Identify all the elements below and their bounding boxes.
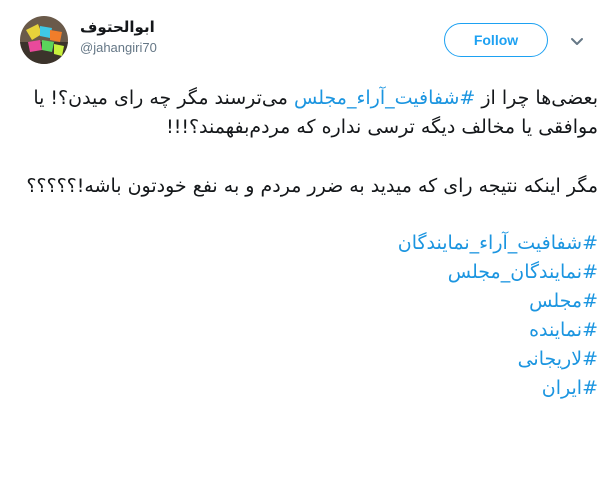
- display-name[interactable]: ابوالحتوف: [80, 18, 380, 36]
- tweet-body: بعضی‌ها چرا از #شفافیت_آراء_مجلس می‌ترسن…: [16, 84, 598, 403]
- hashtag-link[interactable]: #شفافیت_آراء_نمایندگان: [16, 229, 598, 258]
- hashtag-link[interactable]: #ایران: [16, 374, 598, 403]
- tweet-header: ابوالحتوف @jahangiri70 Follow: [0, 0, 616, 75]
- hashtag-list: #شفافیت_آراء_نمایندگان #نمایندگان_مجلس #…: [16, 229, 598, 403]
- user-handle[interactable]: @jahangiri70: [80, 40, 380, 55]
- tweet-paragraph-2: مگر اینکه نتیجه رای که میدید به ضرر مردم…: [26, 175, 598, 197]
- hashtag-link[interactable]: #نماینده: [16, 316, 598, 345]
- avatar[interactable]: [20, 16, 68, 64]
- tweet-text: بعضی‌ها چرا از: [475, 87, 598, 109]
- follow-button[interactable]: Follow: [444, 23, 548, 57]
- hashtag-link[interactable]: #نمایندگان_مجلس: [16, 258, 598, 287]
- hashtag-link[interactable]: #شفافیت_آراء_مجلس: [294, 87, 475, 109]
- tweet-paragraph-1: بعضی‌ها چرا از #شفافیت_آراء_مجلس می‌ترسن…: [16, 84, 598, 142]
- hashtag-link[interactable]: #مجلس: [16, 287, 598, 316]
- chevron-down-icon[interactable]: [568, 32, 586, 50]
- hashtag-link[interactable]: #لاریجانی: [16, 345, 598, 374]
